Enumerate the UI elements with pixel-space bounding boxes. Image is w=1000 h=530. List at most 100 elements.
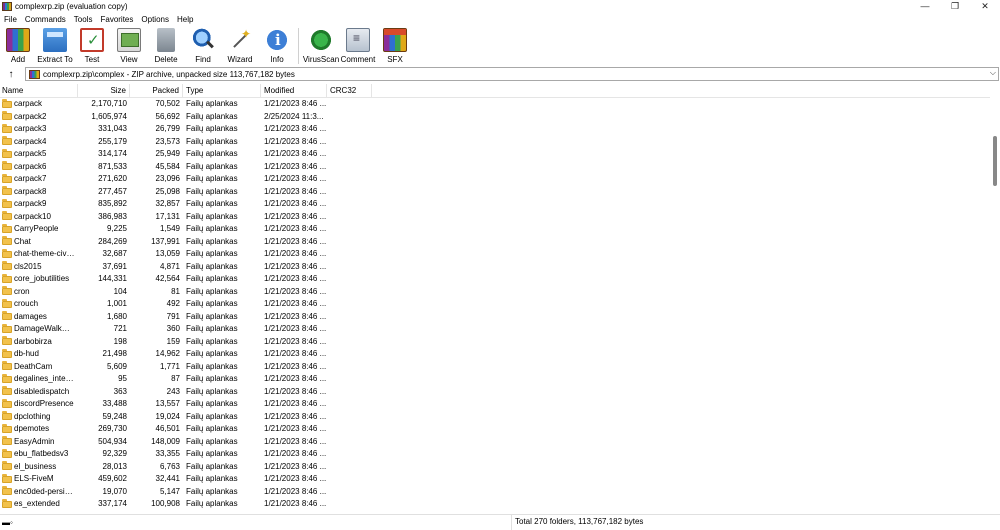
table-row[interactable]: carpack4 255,179 23,573 Failų aplankas 1/21/… (0, 136, 990, 149)
file-size: 144,331 (98, 274, 127, 283)
file-modified: 1/21/2023 8:46 ... (264, 486, 327, 496)
column-header-size[interactable]: Size (78, 84, 130, 98)
file-modified: 1/21/2023 8:46 ... (264, 474, 327, 483)
table-row[interactable]: ebu_flatbedsv3 92,329 33,355 Failų aplankas… (0, 448, 990, 461)
table-row[interactable]: discordPresence 33,488 13,557 Failų aplanka… (0, 398, 990, 411)
table-row[interactable]: disabledispatch 363 243 Failų aplankas 1/21/… (0, 386, 990, 399)
add-button[interactable]: Add (0, 26, 36, 64)
maximize-button[interactable]: ❐ (940, 0, 970, 12)
file-name-cell: dpclothing (0, 411, 78, 424)
table-row[interactable]: carpack7 271,620 23,096 Failų aplankas 1/21/… (0, 173, 990, 186)
menu-commands[interactable]: Commands (21, 15, 70, 24)
table-row[interactable]: core_jobutilities 144,331 42,564 Failų apla… (0, 273, 990, 286)
column-header-type[interactable]: Type (183, 84, 261, 98)
table-row[interactable]: chat-theme-civlif... 32,687 13,059 Failų ap… (0, 248, 990, 261)
table-row[interactable]: el_business 28,013 6,763 Failų aplankas 1/21… (0, 461, 990, 474)
table-row[interactable]: carpack 2,170,710 70,502 Failų aplankas 1/21… (0, 98, 990, 111)
table-row[interactable]: cls2015 37,691 4,871 Failų aplankas 1/21/202… (0, 261, 990, 274)
minimize-button[interactable]: — (910, 0, 940, 12)
view-button[interactable]: View (111, 26, 147, 64)
file-crc32 (327, 298, 372, 311)
extract-to-button[interactable]: Extract To (37, 26, 73, 64)
table-row[interactable]: dpemotes 269,730 46,501 Failų aplankas 1/21/… (0, 423, 990, 436)
table-row[interactable]: Chat 284,269 137,991 Failų aplankas 1/21/202… (0, 236, 990, 249)
table-row[interactable]: carpack3 331,043 26,799 Failų aplankas 1/21/… (0, 123, 990, 136)
file-size: 459,602 (98, 474, 127, 483)
table-row[interactable]: crouch 1,001 492 Failų aplankas 1/21/2023 8:… (0, 298, 990, 311)
sort-ascending-icon: ^ (38, 84, 41, 88)
close-button[interactable]: ✕ (970, 0, 1000, 12)
file-modified: 1/21/2023 8:46 ... (264, 436, 327, 446)
file-name-cell: damages (0, 311, 78, 324)
folder-icon (2, 248, 12, 258)
table-row[interactable]: es_extended 337,174 100,908 Failų aplankas 1… (0, 498, 990, 511)
table-row[interactable]: carpack6 871,533 45,584 Failų aplankas 1/21/… (0, 161, 990, 174)
table-row[interactable]: dpclothing 59,248 19,024 Failų aplankas 1/21… (0, 411, 990, 424)
table-row[interactable]: db-hud 21,498 14,962 Failų aplankas 1/21/202… (0, 348, 990, 361)
table-row[interactable]: degalines_interje... 95 87 Failų aplankas 1/… (0, 373, 990, 386)
table-row[interactable]: EasyAdmin 504,934 148,009 Failų aplankas 1/2… (0, 436, 990, 449)
table-row[interactable]: carpack10 386,983 17,131 Failų aplankas 1/21… (0, 211, 990, 224)
menu-file[interactable]: File (0, 15, 21, 24)
delete-button[interactable]: Delete (148, 26, 184, 64)
table-row[interactable]: carpack9 835,892 32,857 Failų aplankas 1/21/… (0, 198, 990, 211)
status-total: Total 270 folders, 113,767,182 bytes (515, 517, 644, 526)
file-type: Failų aplankas (186, 149, 238, 158)
file-crc32 (327, 98, 372, 111)
path-field[interactable]: complexrp.zip\complex - ZIP archive, unp… (25, 67, 999, 81)
scrollbar-thumb[interactable] (993, 136, 997, 186)
column-header-packed[interactable]: Packed (130, 84, 183, 98)
menu-bar: File Commands Tools Favorites Options He… (0, 13, 197, 25)
chevron-down-icon[interactable]: ⌵ (990, 68, 996, 78)
file-modified: 1/21/2023 8:46 ... (264, 186, 327, 196)
column-header-crc32[interactable]: CRC32 (327, 84, 372, 98)
wizard-button[interactable]: Wizard (222, 26, 258, 64)
folder-icon (2, 423, 12, 433)
sfx-button[interactable]: SFX (377, 26, 413, 64)
table-row[interactable]: damages 1,680 791 Failų aplankas 1/21/2023 8… (0, 311, 990, 324)
table-row[interactable]: CarryPeople 9,225 1,549 Failų aplankas 1/21/… (0, 223, 990, 236)
file-crc32 (327, 111, 372, 124)
add-label: Add (10, 55, 26, 64)
vertical-scrollbar[interactable] (990, 84, 1000, 511)
info-button[interactable]: Info (259, 26, 295, 64)
file-modified: 1/21/2023 8:46 ... (264, 424, 327, 433)
comment-button[interactable]: Comment (340, 26, 376, 64)
file-size: 277,457 (98, 186, 127, 196)
file-packed: 5,147 (159, 486, 180, 496)
file-modified: 1/21/2023 8:46 ... (264, 449, 327, 458)
table-row[interactable]: carpack8 277,457 25,098 Failų aplankas 1/21/… (0, 186, 990, 199)
test-button[interactable]: Test (74, 26, 110, 64)
table-row[interactable]: enc0ded-persist... 19,070 5,147 Failų aplan… (0, 486, 990, 499)
file-name: carpack7 (14, 174, 47, 183)
table-row[interactable]: ELS-FiveM 459,602 32,441 Failų aplankas 1/21… (0, 473, 990, 486)
table-row[interactable]: cron 104 81 Failų aplankas 1/21/2023 8:46 ..… (0, 286, 990, 299)
file-size: 269,730 (98, 424, 127, 433)
up-folder-button[interactable]: ↑ (0, 66, 22, 82)
file-name-cell: CarryPeople (0, 223, 78, 236)
menu-options[interactable]: Options (137, 15, 173, 24)
menu-favorites[interactable]: Favorites (96, 15, 137, 24)
file-type: Failų aplankas (186, 311, 238, 321)
find-button[interactable]: Find (185, 26, 221, 64)
file-type: Failų aplankas (186, 211, 238, 221)
file-name-cell: enc0ded-persist... (0, 486, 78, 499)
title-bar: complexrp.zip (evaluation copy) — ❐ ✕ (0, 0, 1000, 12)
column-header-modified[interactable]: Modified (261, 84, 327, 98)
file-size: 363 (113, 386, 127, 396)
table-row[interactable]: carpack5 314,174 25,949 Failų aplankas 1/21/… (0, 148, 990, 161)
table-row[interactable]: darbobirza 198 159 Failų aplankas 1/21/2023 … (0, 336, 990, 349)
file-name: carpack10 (14, 211, 51, 221)
table-row[interactable]: carpack2 1,605,974 56,692 Failų aplankas 2/2… (0, 111, 990, 124)
menu-help[interactable]: Help (173, 15, 197, 24)
menu-tools[interactable]: Tools (70, 15, 97, 24)
drive-status-icon[interactable]: ▬◦ (0, 518, 28, 527)
virusscan-button[interactable]: VirusScan (303, 26, 339, 64)
table-row[interactable]: DamageWalkMo... 721 360 Failų aplankas 1/21/… (0, 323, 990, 336)
table-row[interactable]: DeathCam 5,609 1,771 Failų aplankas 1/21/202… (0, 361, 990, 374)
file-type: Failų aplankas (186, 474, 238, 483)
file-crc32 (327, 361, 372, 374)
trash-bin-icon (157, 28, 175, 52)
folder-icon (2, 173, 12, 183)
file-type: Failų aplankas (186, 199, 238, 208)
